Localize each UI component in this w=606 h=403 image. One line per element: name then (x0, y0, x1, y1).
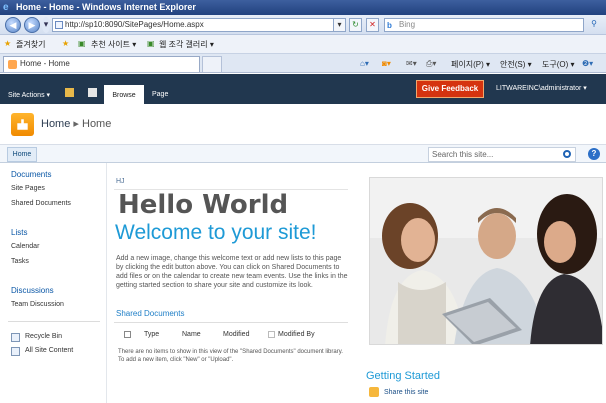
column-name[interactable]: Name (182, 331, 201, 338)
print-icon[interactable]: ⎙▾ (426, 59, 436, 69)
quick-launch-separator (106, 163, 107, 403)
shared-documents-divider (114, 322, 348, 323)
empty-library-message: There are no items to show in this view … (118, 349, 343, 363)
safety-menu[interactable]: 안전(S) ▾ (500, 59, 532, 70)
favorites-star-icon: ★ (4, 39, 12, 48)
topnav-home-link[interactable]: Home (7, 147, 37, 162)
welcome-photo (369, 177, 603, 345)
edit-page-icon[interactable] (88, 88, 97, 97)
quick-launch-divider (8, 321, 100, 322)
webpart-title: HJ (116, 178, 125, 185)
address-dropdown-icon[interactable]: ▾ (333, 18, 346, 32)
column-modified-by[interactable]: Modified By (278, 331, 315, 338)
address-url: http://sp10:8090/SitePages/Home.aspx (65, 20, 204, 29)
give-feedback-button[interactable]: Give Feedback (416, 80, 484, 98)
recent-pages-chevron-icon[interactable]: ▾ (42, 17, 50, 33)
sharepoint-ribbon: Site Actions ▾ Browse Page Give Feedback… (0, 74, 606, 104)
column-modified[interactable]: Modified (223, 331, 249, 338)
ql-tasks[interactable]: Tasks (11, 258, 29, 265)
select-all-checkbox[interactable] (124, 331, 131, 338)
site-header: Home ▸ Home (0, 104, 606, 144)
ql-calendar[interactable]: Calendar (11, 243, 39, 250)
site-actions-menu[interactable]: Site Actions ▾ (8, 91, 50, 99)
favorites-bar: ★ 즐겨찾기 ★ ▣ 추천 사이트 ▾ ▣ 웹 조각 갤러리 ▾ (0, 35, 606, 54)
tools-menu[interactable]: 도구(O) ▾ (542, 59, 575, 70)
new-tab-button[interactable] (202, 56, 222, 72)
tab-bar: Home - Home ⌂▾ ◙▾ ✉▾ ⎙▾ 페이지(P) ▾ 안전(S) ▾… (0, 54, 606, 73)
feeds-icon[interactable]: ◙▾ (382, 59, 391, 68)
share-site-link[interactable]: Share this site (384, 389, 428, 396)
top-navigation: Home Search this site... ? (0, 144, 606, 163)
welcome-description: Add a new image, change this welcome tex… (116, 255, 348, 289)
getting-started-heading: Getting Started (366, 370, 440, 382)
help-icon[interactable]: ? (588, 148, 600, 160)
ql-all-site-content[interactable]: All Site Content (25, 347, 73, 354)
favorites-button[interactable]: 즐겨찾기 (16, 39, 45, 50)
shared-documents-header: Type Name Modified Modified By (114, 327, 348, 343)
ql-team-discussion[interactable]: Team Discussion (11, 301, 64, 308)
ie-logo-icon: e (3, 2, 9, 13)
add-favorite-icon[interactable]: ★ (62, 39, 69, 48)
page-menu[interactable]: 페이지(P) ▾ (451, 59, 490, 70)
web-slice-gallery-link[interactable]: 웹 조각 갤러리 ▾ (159, 39, 214, 50)
web-slice-icon: ▣ (147, 39, 155, 48)
suggested-sites-icon: ▣ (78, 39, 86, 48)
suggested-sites-link[interactable]: 추천 사이트 ▾ (91, 39, 136, 50)
site-search-input[interactable]: Search this site... (428, 147, 576, 162)
ql-discussions-heading[interactable]: Discussions (11, 286, 54, 295)
shared-documents-title[interactable]: Shared Documents (116, 309, 184, 318)
forward-icon[interactable]: ▶ (24, 17, 40, 33)
page-title: Home (82, 118, 112, 130)
browser-search-placeholder: Bing (399, 20, 416, 29)
navigate-up-icon[interactable] (65, 88, 74, 97)
hello-heading: Hello World (118, 190, 289, 220)
ql-documents-heading[interactable]: Documents (11, 170, 51, 179)
search-icon[interactable] (563, 150, 571, 158)
page-icon (55, 21, 63, 29)
sharepoint-favicon-icon (8, 60, 17, 69)
search-icon[interactable]: ⚲ (586, 18, 602, 32)
breadcrumb-site-link[interactable]: Home (41, 118, 70, 130)
stop-icon[interactable]: ✕ (366, 18, 379, 32)
back-icon[interactable]: ◀ (5, 17, 21, 33)
address-toolbar: ◀ ▶ ▾ http://sp10:8090/SitePages/Home.as… (0, 15, 606, 35)
help-menu-icon[interactable]: ❷▾ (582, 59, 593, 68)
welcome-heading: Welcome to your site! (115, 221, 317, 244)
ql-shared-documents[interactable]: Shared Documents (11, 200, 71, 207)
tab-page[interactable]: Page (152, 91, 168, 98)
window-title: Home - Home - Windows Internet Explorer (16, 2, 196, 12)
bing-icon: b (387, 21, 392, 30)
share-site-icon (369, 387, 379, 397)
ql-recycle-bin[interactable]: Recycle Bin (25, 333, 62, 340)
tab-browse[interactable]: Browse (104, 85, 144, 104)
recycle-bin-icon (11, 333, 20, 342)
modified-by-filter-icon (268, 331, 275, 338)
site-search-placeholder: Search this site... (432, 150, 494, 159)
breadcrumb: Home ▸ Home (41, 117, 111, 130)
ql-lists-heading[interactable]: Lists (11, 228, 27, 237)
all-site-content-icon (11, 347, 20, 356)
refresh-icon[interactable]: ↻ (349, 18, 362, 32)
tab-title: Home - Home (20, 59, 70, 68)
browser-search-input[interactable]: b Bing (384, 18, 584, 32)
ql-site-pages[interactable]: Site Pages (11, 185, 45, 192)
quick-launch: Documents Site Pages Shared Documents Li… (0, 163, 106, 403)
user-menu[interactable]: LITWAREINC\administrator ▾ (496, 84, 587, 92)
browser-tab-home[interactable]: Home - Home (3, 56, 200, 72)
mail-icon[interactable]: ✉▾ (406, 59, 417, 68)
column-type[interactable]: Type (144, 331, 159, 338)
address-bar[interactable]: http://sp10:8090/SitePages/Home.aspx (52, 18, 346, 32)
window-titlebar: e Home - Home - Windows Internet Explore… (0, 0, 606, 15)
breadcrumb-separator-icon: ▸ (73, 118, 79, 130)
home-icon[interactable]: ⌂▾ (360, 59, 369, 68)
site-logo-icon[interactable] (11, 113, 34, 136)
